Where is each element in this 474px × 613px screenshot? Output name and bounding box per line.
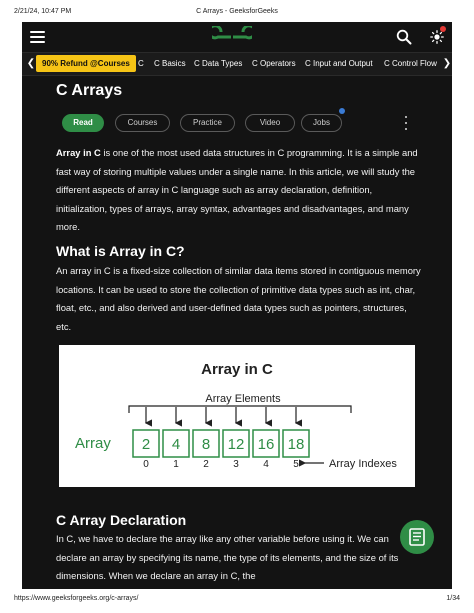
gfg-logo[interactable] xyxy=(212,26,252,48)
elements-bracket xyxy=(128,405,352,413)
tab-video[interactable]: Video xyxy=(245,114,295,132)
nav-item-c-basics[interactable]: C Basics xyxy=(154,53,186,75)
array-index-label: 2 xyxy=(203,459,209,470)
top-bar xyxy=(22,22,452,52)
heading-what-is-array: What is Array in C? xyxy=(56,243,185,259)
array-indexes: 0 1 2 3 4 5 xyxy=(143,459,299,470)
array-cell-value: 16 xyxy=(258,436,275,453)
array-index-label: 1 xyxy=(173,459,179,470)
article-tabs: Read Courses Practice Video Jobs xyxy=(62,108,432,134)
array-cell-value: 4 xyxy=(172,436,180,453)
diagram-indexes-label: Array Indexes xyxy=(329,458,397,470)
nav-item-c-data-types[interactable]: C Data Types xyxy=(194,53,242,75)
heading-array-declaration: C Array Declaration xyxy=(56,512,187,528)
array-index-label: 3 xyxy=(233,459,239,470)
print-doc-title: C Arrays - GeeksforGeeks xyxy=(196,8,278,15)
menu-icon[interactable] xyxy=(30,31,45,43)
diagram-title: Array in C xyxy=(201,361,273,378)
tab-courses[interactable]: Courses xyxy=(115,114,170,132)
nav-item-c[interactable]: C xyxy=(138,53,144,75)
print-header: 2/21/24, 10:47 PM C Arrays - GeeksforGee… xyxy=(0,8,474,20)
tab-jobs[interactable]: Jobs xyxy=(301,114,342,132)
diagram-array-label: Array xyxy=(75,435,111,452)
floating-action-button[interactable] xyxy=(400,520,434,554)
notes-icon xyxy=(409,528,425,546)
nav-item-c-control-flow[interactable]: C Control Flow xyxy=(384,53,437,75)
topic-nav-strip: ❮ 90% Refund @Courses C C Basics C Data … xyxy=(22,52,452,76)
array-declaration-paragraph: In C, we have to declare the array like … xyxy=(56,533,399,582)
notification-dot xyxy=(440,26,446,32)
nav-item-refund-courses[interactable]: 90% Refund @Courses xyxy=(36,55,136,72)
nav-scroll-right-icon[interactable]: ❯ xyxy=(442,58,452,70)
array-index-label: 4 xyxy=(263,459,269,470)
array-cell-value: 2 xyxy=(142,436,150,453)
nav-item-c-operators[interactable]: C Operators xyxy=(252,53,296,75)
array-cell-value: 8 xyxy=(202,436,210,453)
nav-scroll-left-icon[interactable]: ❮ xyxy=(26,58,36,70)
intro-bold-term: Array in C xyxy=(56,147,101,158)
array-diagram: Array in C Array Elements Array 2 4 8 12 16 1… xyxy=(59,345,415,487)
array-cell-value: 12 xyxy=(228,436,245,453)
array-index-label: 5 xyxy=(293,459,299,470)
jobs-new-dot xyxy=(339,108,345,114)
diagram-elements-label: Array Elements xyxy=(205,393,281,405)
array-cell-value: 18 xyxy=(288,436,305,453)
page-title: C Arrays xyxy=(56,82,123,99)
tab-practice[interactable]: Practice xyxy=(180,114,235,132)
array-diagram-svg: Array in C Array Elements Array 2 4 8 12 16 1… xyxy=(75,361,397,470)
intro-text: is one of the most used data structures … xyxy=(56,147,418,233)
tab-read[interactable]: Read xyxy=(62,114,104,132)
element-arrows xyxy=(144,407,302,427)
print-page-number: 1/34 xyxy=(446,595,460,602)
array-index-label: 0 xyxy=(143,459,149,470)
more-options-icon[interactable] xyxy=(404,116,408,130)
search-icon[interactable] xyxy=(396,29,412,45)
web-page: ❮ 90% Refund @Courses C C Basics C Data … xyxy=(22,22,452,589)
theme-toggle-icon[interactable] xyxy=(430,30,444,44)
nav-item-c-input-output[interactable]: C Input and Output xyxy=(305,53,373,75)
array-cells: 2 4 8 12 16 18 xyxy=(132,429,310,458)
intro-paragraph: Array in C is one of the most used data … xyxy=(56,144,421,237)
what-is-array-paragraph: An array in C is a fixed-size collection… xyxy=(56,265,421,332)
print-url: https://www.geeksforgeeks.org/c-arrays/ xyxy=(14,595,139,602)
print-footer: https://www.geeksforgeeks.org/c-arrays/ … xyxy=(0,595,474,607)
